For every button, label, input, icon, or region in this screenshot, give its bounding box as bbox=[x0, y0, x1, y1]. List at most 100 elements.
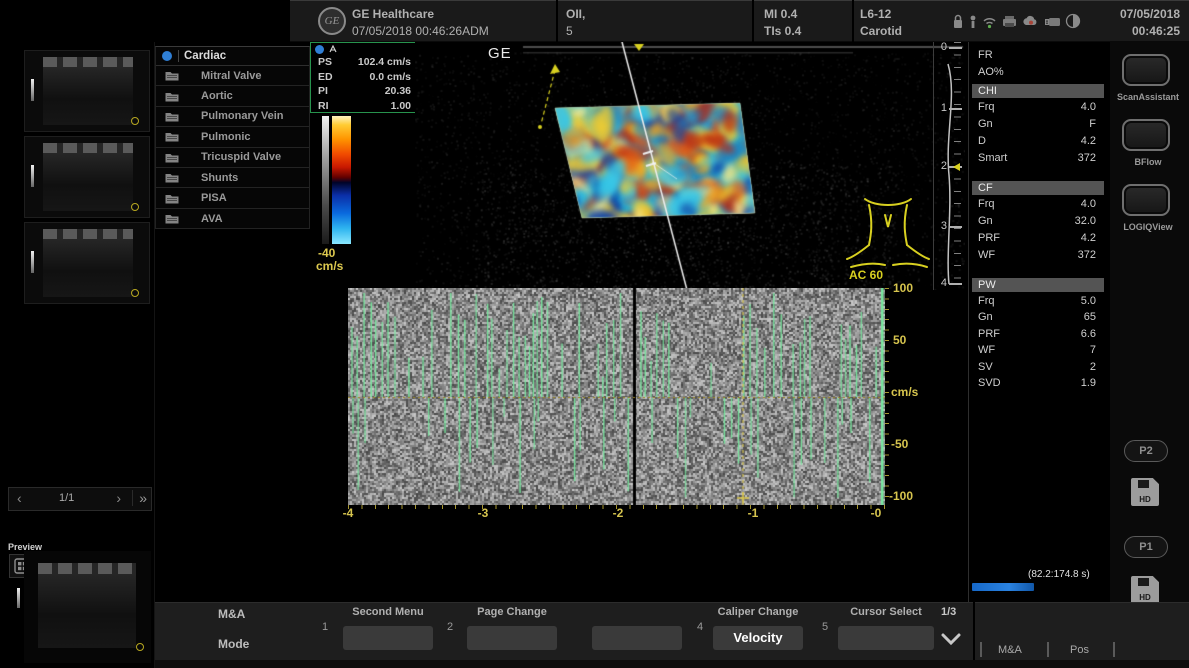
logiqview-button[interactable] bbox=[1122, 184, 1170, 216]
patient-field-line2: 5 bbox=[566, 23, 573, 40]
softkey-5-button[interactable] bbox=[838, 626, 934, 650]
bottom-bar-footer bbox=[155, 660, 1189, 668]
param-cf-gn: Gn32.0 bbox=[978, 215, 1096, 230]
page-next-button[interactable]: › bbox=[116, 490, 121, 506]
measurement-row-pi: PI 20.36 bbox=[311, 84, 415, 99]
x-tick-neg1: -1 bbox=[743, 506, 763, 520]
page-prev-button[interactable]: ‹ bbox=[17, 490, 22, 506]
patient-field-line1: OII, bbox=[566, 6, 585, 23]
menu-item-label: Pulmonary Vein bbox=[201, 110, 284, 122]
section-header-pw: PW bbox=[972, 278, 1104, 292]
softkey-page-indicator: 1/3 bbox=[941, 606, 956, 618]
section-header-chi: CHI bbox=[972, 84, 1104, 98]
folder-icon bbox=[165, 193, 179, 204]
softkey-2-button[interactable] bbox=[467, 626, 557, 650]
bottom-bar-divider bbox=[973, 602, 975, 660]
tab-pos[interactable]: Pos bbox=[1070, 644, 1089, 656]
ma-label: M&A bbox=[218, 607, 245, 621]
param-pw-sv: SV2 bbox=[978, 361, 1096, 376]
probe-label[interactable]: L6-12 bbox=[860, 6, 891, 23]
menu-item-label: Mitral Valve bbox=[201, 70, 262, 82]
measurement-row-ed: ED 0.0 cm/s bbox=[311, 70, 415, 85]
clipboard-pagination: ‹ 1/1 › » bbox=[8, 487, 152, 511]
p2-button[interactable]: P2 bbox=[1124, 440, 1168, 462]
depth-tick-0: 0 bbox=[936, 41, 947, 53]
menu-item-tricuspid-valve[interactable]: Tricuspid Valve bbox=[156, 148, 309, 168]
menu-item-label: Tricuspid Valve bbox=[201, 151, 281, 163]
folder-icon bbox=[165, 131, 179, 142]
depth-ruler: 0 1 2 3 4 bbox=[933, 42, 967, 290]
clip-thumbnail-2[interactable] bbox=[24, 136, 150, 218]
scan-assistant-label: ScanAssistant bbox=[1108, 92, 1188, 102]
softkey-4-label: Caliper Change bbox=[703, 606, 813, 618]
printer-icon bbox=[1001, 14, 1018, 29]
param-pw-prf: PRF6.6 bbox=[978, 328, 1096, 343]
page-indicator: 1/1 bbox=[59, 492, 74, 504]
image-ge-watermark: GE bbox=[488, 45, 512, 62]
menu-item-pisa[interactable]: PISA bbox=[156, 188, 309, 208]
menu-item-label: PISA bbox=[201, 192, 227, 204]
softkey-4-num: 4 bbox=[697, 621, 703, 633]
preset-label[interactable]: Carotid bbox=[860, 23, 902, 40]
sv-depth-marker bbox=[953, 163, 960, 171]
folder-icon bbox=[165, 91, 179, 102]
menu-item-mitral-valve[interactable]: Mitral Valve bbox=[156, 66, 309, 86]
p1-button[interactable]: P1 bbox=[1124, 536, 1168, 558]
preview-tgc-bar bbox=[17, 588, 20, 608]
depth-tick-3: 3 bbox=[936, 220, 947, 232]
brand-label: GE Healthcare bbox=[352, 6, 434, 23]
measurement-row-ri: RI 1.00 bbox=[311, 99, 415, 114]
chevron-down-icon[interactable] bbox=[940, 632, 962, 646]
param-fr: FR bbox=[978, 49, 1096, 64]
menu-item-ava[interactable]: AVA bbox=[156, 209, 309, 229]
scan-assistant-button[interactable] bbox=[1122, 54, 1170, 86]
color-scale-unit: cm/s bbox=[316, 259, 343, 273]
preview-image bbox=[24, 551, 151, 663]
y-tick-neg100: -100 bbox=[889, 489, 913, 503]
softkey-1-num: 1 bbox=[322, 621, 328, 633]
param-cf-wf: WF372 bbox=[978, 249, 1096, 264]
folder-icon bbox=[165, 172, 179, 183]
x-tick-neg4: -4 bbox=[338, 506, 358, 520]
gray-scale-bar bbox=[322, 116, 329, 244]
bflow-label: BFlow bbox=[1108, 157, 1188, 167]
save-hd-icon-1[interactable]: HD bbox=[1131, 478, 1159, 506]
param-pw-svd: SVD1.9 bbox=[978, 377, 1096, 392]
folder-icon bbox=[165, 152, 179, 163]
softkey-1-button[interactable] bbox=[343, 626, 433, 650]
menu-item-pulmonic[interactable]: Pulmonic bbox=[156, 127, 309, 147]
bflow-button[interactable] bbox=[1122, 119, 1170, 151]
softkey-3-button[interactable] bbox=[592, 626, 682, 650]
spectral-doppler-display[interactable] bbox=[348, 288, 885, 505]
measurement-row-ps: PS 102.4 cm/s bbox=[311, 55, 415, 70]
tis-value: TIs 0.4 bbox=[764, 23, 801, 40]
param-cf-prf: PRF4.2 bbox=[978, 232, 1096, 247]
save-hd-icon-2[interactable]: HD bbox=[1131, 576, 1159, 604]
top-bar: GE GE Healthcare 07/05/2018 00:46:26ADM … bbox=[0, 0, 1189, 42]
menu-item-pulmonary-vein[interactable]: Pulmonary Vein bbox=[156, 107, 309, 127]
tab-ma[interactable]: M&A bbox=[998, 644, 1022, 656]
param-chi-frq: Frq4.0 bbox=[978, 101, 1096, 116]
softkey-4-button[interactable]: Velocity bbox=[713, 626, 803, 650]
ge-logo-text: GE bbox=[325, 15, 340, 27]
clip-time-readout: (82.2:174.8 s) bbox=[1028, 569, 1090, 580]
body-marker-carotid bbox=[845, 193, 931, 271]
folder-icon bbox=[165, 213, 179, 224]
depth-tick-2: 2 bbox=[936, 160, 947, 172]
cine-progress-bar[interactable] bbox=[972, 583, 1034, 591]
param-cf-frq: Frq4.0 bbox=[978, 198, 1096, 213]
body-marker-label: AC 60 bbox=[849, 268, 883, 282]
clip-thumbnail-3[interactable] bbox=[24, 222, 150, 304]
menu-item-shunts[interactable]: Shunts bbox=[156, 168, 309, 188]
page-last-button[interactable]: » bbox=[132, 490, 147, 506]
param-chi-smart: Smart372 bbox=[978, 152, 1096, 167]
x-tick-neg0: -0 bbox=[866, 506, 886, 520]
contrast-icon bbox=[1065, 13, 1081, 29]
ultrasound-app-screen: GE GE Healthcare 07/05/2018 00:46:26ADM … bbox=[0, 0, 1189, 668]
measurement-box-header bbox=[311, 43, 415, 55]
param-chi-d: D4.2 bbox=[978, 135, 1096, 150]
menu-header[interactable]: Cardiac bbox=[156, 47, 309, 66]
menu-item-label: Pulmonic bbox=[201, 131, 251, 143]
clip-thumbnail-1[interactable] bbox=[24, 50, 150, 132]
menu-item-aortic[interactable]: Aortic bbox=[156, 86, 309, 106]
